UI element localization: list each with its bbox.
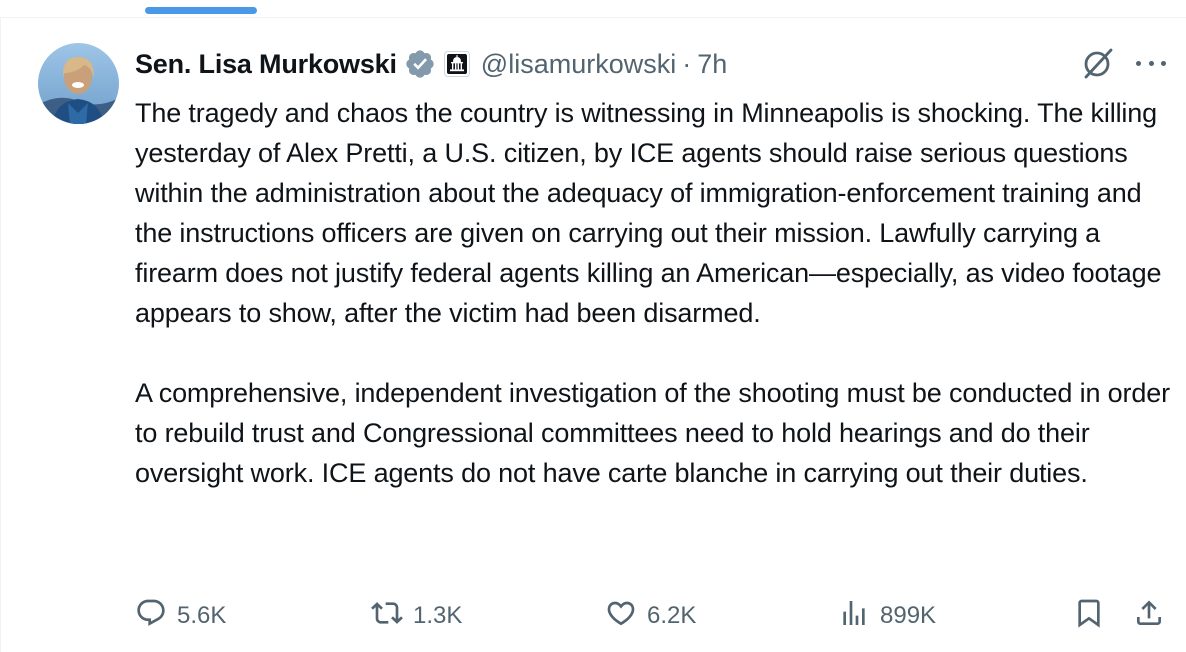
views-button[interactable]: 899K (838, 596, 936, 636)
verified-badge-icon[interactable] (404, 48, 436, 80)
tweet-paragraph: A comprehensive, independent investigati… (135, 378, 1170, 488)
avatar[interactable] (38, 43, 119, 124)
dot-icon (1136, 60, 1141, 66)
divider (0, 17, 1186, 18)
dot-icon (1161, 60, 1166, 66)
grok-icon[interactable] (1080, 45, 1116, 81)
reply-button[interactable]: 5.6K (135, 596, 226, 636)
tweet-paragraph: The tragedy and chaos the country is wit… (135, 98, 1162, 328)
reply-icon (135, 597, 167, 636)
share-button[interactable] (1133, 596, 1165, 636)
timestamp[interactable]: 7h (697, 49, 727, 80)
views-count: 899K (880, 602, 937, 629)
active-tab-indicator (145, 7, 257, 14)
separator-dot: · (682, 48, 692, 79)
author-handle[interactable]: @lisamurkowski (481, 49, 676, 80)
author-name[interactable]: Sen. Lisa Murkowski (135, 49, 397, 80)
tweet-text: The tragedy and chaos the country is wit… (135, 93, 1170, 493)
like-count: 6.2K (647, 602, 697, 629)
reply-count: 5.6K (177, 602, 227, 629)
retweet-icon (371, 597, 403, 636)
like-button[interactable]: 6.2K (605, 596, 696, 636)
heart-icon (605, 597, 637, 636)
views-icon (838, 597, 870, 636)
bookmark-button[interactable] (1073, 596, 1105, 636)
divider (0, 18, 1, 652)
dot-icon (1148, 60, 1154, 66)
retweet-button[interactable]: 1.3K (371, 596, 462, 636)
retweet-count: 1.3K (413, 602, 463, 629)
share-icon (1133, 597, 1165, 636)
bookmark-icon (1073, 597, 1105, 636)
action-bar: 5.6K 1.3K 6.2K 899K (135, 596, 1175, 636)
capitol-building-icon[interactable] (443, 51, 470, 77)
more-icon[interactable] (1134, 50, 1168, 76)
tweet-header: Sen. Lisa Murkowski @lisamurkowski · 7h (135, 44, 727, 84)
